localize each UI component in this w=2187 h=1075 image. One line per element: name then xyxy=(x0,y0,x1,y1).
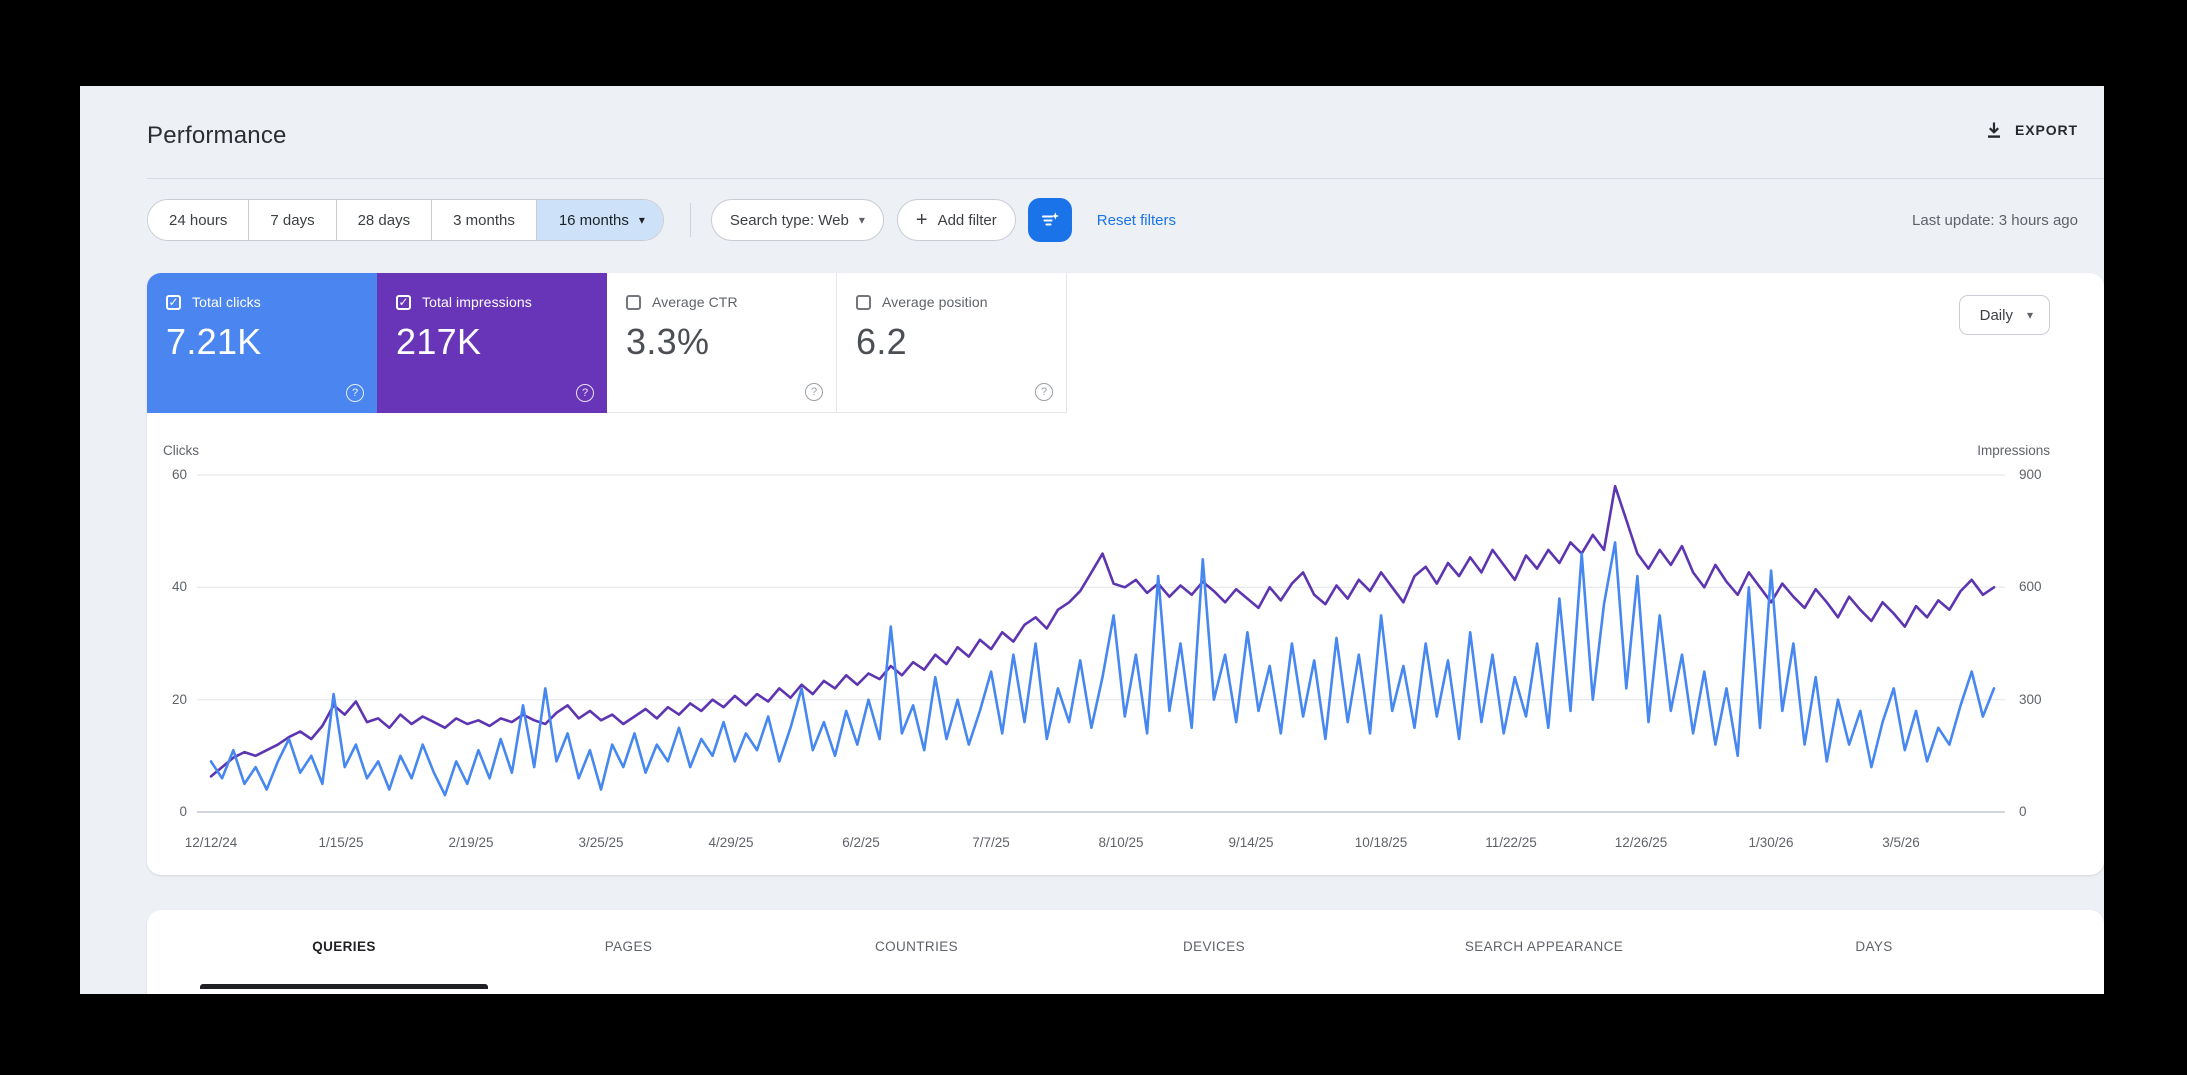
granularity-label: Daily xyxy=(1979,306,2013,324)
header-divider xyxy=(147,178,2104,179)
range-chip-24-hours[interactable]: 24 hours xyxy=(148,200,250,240)
x-axis-label: 12/26/25 xyxy=(1614,835,1668,850)
plus-icon: + xyxy=(915,209,928,231)
range-chip-16-months[interactable]: 16 months ▾ xyxy=(536,200,663,240)
axis-tick-label: 900 xyxy=(2019,467,2042,482)
metric-label: Total clicks xyxy=(192,294,261,310)
metric-label: Average position xyxy=(882,294,988,310)
x-axis-label: 4/29/25 xyxy=(708,835,754,850)
filter-bar: 24 hours 7 days 28 days 3 months 16 months ▾ … xyxy=(147,198,2078,242)
dimension-tabs: QUERIES PAGES COUNTRIES DEVICES SEARCH APPEA… xyxy=(200,910,2024,994)
x-axis-label: 10/18/25 xyxy=(1354,835,1408,850)
range-chip-3-months[interactable]: 3 months xyxy=(432,200,537,240)
metric-value: 6.2 xyxy=(856,321,907,362)
metric-value: 217K xyxy=(396,321,482,362)
left-axis-title: Clicks xyxy=(163,443,199,458)
range-chip-7-days[interactable]: 7 days xyxy=(249,200,337,240)
axis-tick-label: 60 xyxy=(171,467,187,482)
search-type-label: Search type: Web xyxy=(729,211,849,229)
help-icon[interactable]: ? xyxy=(346,384,364,402)
axis-tick-label: 0 xyxy=(179,804,187,819)
tab-label: COUNTRIES xyxy=(874,939,959,954)
reset-filters-link[interactable]: Reset filters xyxy=(1097,212,1176,229)
search-type-filter[interactable]: Search type: Web ▾ xyxy=(710,199,884,241)
active-tab-indicator xyxy=(200,984,488,989)
metric-label: Total impressions xyxy=(422,294,532,310)
metric-card-average-ctr[interactable]: Average CTR 3.3%? xyxy=(607,273,837,413)
metric-checkbox[interactable] xyxy=(856,294,871,310)
metric-card-average-position[interactable]: Average position 6.2? xyxy=(837,273,1067,413)
metrics-row: ✓ Total clicks 7.21K? ✓ Total impressions 217… xyxy=(147,273,1067,413)
metric-value: 3.3% xyxy=(626,321,710,362)
metric-value: 7.21K xyxy=(166,321,262,362)
chevron-down-icon: ▾ xyxy=(858,213,865,227)
x-axis-label: 12/12/24 xyxy=(184,835,238,850)
export-button[interactable]: EXPORT xyxy=(1984,120,2078,140)
axis-tick-label: 0 xyxy=(2019,804,2027,819)
performance-page: Performance EXPORT 24 hours 7 days 28 days… xyxy=(80,86,2104,994)
date-range-group: 24 hours 7 days 28 days 3 months 16 months ▾ xyxy=(147,199,664,241)
last-update-text: Last update: 3 hours ago xyxy=(1912,211,2078,229)
tab-queries[interactable]: QUERIES xyxy=(200,910,488,994)
add-filter-label: Add filter xyxy=(937,211,997,229)
metric-checkbox[interactable] xyxy=(626,294,641,310)
metric-checkbox[interactable]: ✓ xyxy=(166,294,181,310)
x-axis-label: 9/14/25 xyxy=(1228,835,1274,850)
x-axis-label: 7/7/25 xyxy=(972,835,1010,850)
x-axis-label: 3/25/25 xyxy=(578,835,624,850)
x-axis-label: 2/19/25 xyxy=(448,835,494,850)
granularity-dropdown[interactable]: Daily ▾ xyxy=(1958,295,2050,335)
x-axis-label: 1/30/26 xyxy=(1748,835,1794,850)
metric-label: Average CTR xyxy=(652,294,738,310)
tab-label: SEARCH APPEARANCE xyxy=(1464,939,1624,954)
axis-tick-label: 20 xyxy=(171,691,187,707)
x-axis-label: 6/2/25 xyxy=(842,835,880,850)
tab-search-appearance[interactable]: SEARCH APPEARANCE xyxy=(1364,910,1724,994)
tab-label: PAGES xyxy=(604,939,653,954)
help-icon[interactable]: ? xyxy=(576,384,594,402)
add-filter-button[interactable]: + Add filter xyxy=(896,199,1016,241)
performance-chart-card: ✓ Total clicks 7.21K? ✓ Total impressions 217… xyxy=(147,273,2104,875)
metric-checkbox[interactable]: ✓ xyxy=(396,294,411,310)
tab-devices[interactable]: DEVICES xyxy=(1064,910,1364,994)
x-axis-label: 1/15/25 xyxy=(318,835,364,850)
range-chip-28-days[interactable]: 28 days xyxy=(336,200,433,240)
metric-card-total-impressions[interactable]: ✓ Total impressions 217K? xyxy=(377,273,607,413)
x-axis-label: 3/5/26 xyxy=(1882,835,1920,850)
series-line-total-impressions xyxy=(209,484,1996,778)
x-axis-label: 11/22/25 xyxy=(1485,835,1537,850)
chevron-down-icon: ▾ xyxy=(638,213,645,227)
axis-tick-label: 600 xyxy=(2019,579,2042,595)
tab-days[interactable]: DAYS xyxy=(1724,910,2024,994)
dimension-tabs-card: QUERIES PAGES COUNTRIES DEVICES SEARCH APPEA… xyxy=(147,910,2104,994)
help-icon[interactable]: ? xyxy=(805,383,823,401)
axis-tick-label: 40 xyxy=(171,579,187,595)
screen: Performance EXPORT 24 hours 7 days 28 days… xyxy=(0,0,2187,1075)
x-axis-label: 8/10/25 xyxy=(1098,835,1144,850)
tab-label: DEVICES xyxy=(1182,939,1246,954)
tab-label: DAYS xyxy=(1855,939,1893,954)
filter-separator xyxy=(689,203,691,237)
export-label: EXPORT xyxy=(2015,122,2078,138)
metric-card-total-clicks[interactable]: ✓ Total clicks 7.21K? xyxy=(147,273,377,413)
download-icon xyxy=(1988,122,2001,138)
tab-countries[interactable]: COUNTRIES xyxy=(769,910,1064,994)
right-axis-title: Impressions xyxy=(1977,443,2050,458)
help-icon[interactable]: ? xyxy=(1035,383,1053,401)
filter-sparkle-icon xyxy=(1041,212,1059,226)
filter-settings-button[interactable] xyxy=(1027,198,1072,242)
tab-pages[interactable]: PAGES xyxy=(488,910,769,994)
chevron-down-icon: ▾ xyxy=(2026,308,2033,322)
axis-tick-label: 300 xyxy=(2019,691,2042,707)
page-title: Performance xyxy=(147,122,287,149)
